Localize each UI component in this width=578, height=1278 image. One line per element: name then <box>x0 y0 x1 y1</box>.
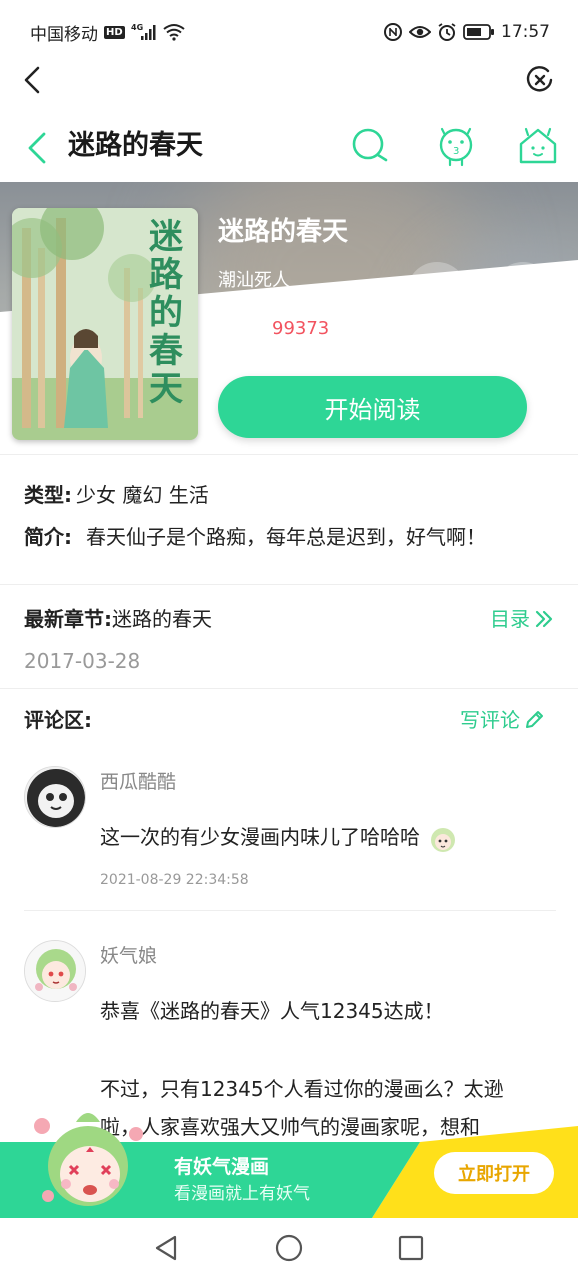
battery-icon <box>463 23 495 41</box>
close-circle-icon <box>526 66 553 92</box>
intro-value: 春天仙子是个路痴，每年总是迟到，好气啊！ <box>86 525 486 549</box>
divider <box>0 688 578 689</box>
intro-label: 简介: <box>24 525 72 549</box>
comment-text-content: 这一次的有少女漫画内味儿了哈哈哈 <box>100 825 420 849</box>
share-button[interactable] <box>493 262 553 322</box>
write-comment-label: 写评论 <box>460 708 520 732</box>
comment-user[interactable]: 妖气娘 <box>100 942 157 970</box>
status-left: 中国移动 HD 4G <box>30 20 185 45</box>
browser-bar <box>0 56 578 104</box>
sticker-icon <box>431 827 456 852</box>
system-nav-bar <box>0 1218 578 1278</box>
avatar[interactable] <box>24 766 86 828</box>
circle-home-icon <box>275 1234 303 1262</box>
signal-icon: 4G <box>131 23 157 41</box>
toc-link[interactable]: 目录 <box>490 604 554 634</box>
system-home-button[interactable] <box>273 1232 305 1264</box>
browser-back-button[interactable] <box>16 62 48 98</box>
pencil-icon <box>526 711 543 728</box>
chapter-date: 2017-03-28 <box>24 649 141 673</box>
book-hero: 迷路的春天 迷路的春天 潮汕死人 人气: 99373 开始阅读 <box>0 182 578 454</box>
app-header: 迷路的春天 3 <box>0 112 578 182</box>
book-info: 类型: 少女 魔幻 生活 简介: 春天仙子是个路痴，每年总是迟到，好气啊！ <box>24 480 564 564</box>
browser-close-button[interactable] <box>524 64 556 96</box>
clock: 17:57 <box>501 22 550 42</box>
open-app-button[interactable]: 立即打开 <box>434 1152 554 1194</box>
book-title: 迷路的春天 <box>218 217 349 247</box>
chapter-label: 最新章节: <box>24 607 112 631</box>
system-recents-button[interactable] <box>395 1232 427 1264</box>
start-reading-button[interactable]: 开始阅读 <box>218 376 527 438</box>
book-cover[interactable]: 迷路的春天 <box>12 208 198 440</box>
mascot-face-icon: 3 <box>439 127 473 167</box>
home-button[interactable] <box>516 124 560 168</box>
book-author[interactable]: 潮汕死人 <box>218 268 290 294</box>
page-title: 迷路的春天 <box>68 130 203 161</box>
divider <box>0 584 578 585</box>
comment-user[interactable]: 西瓜酷酷 <box>100 768 176 796</box>
profile-button[interactable]: 3 <box>434 124 478 168</box>
chapter-line: 最新章节:迷路的春天 <box>24 604 554 634</box>
avatar-image <box>25 767 85 827</box>
comment-time: 2021-08-29 22:34:58 <box>100 872 249 888</box>
search-icon <box>352 128 388 162</box>
app-promo-banner[interactable]: 有妖气漫画 看漫画就上有妖气 立即打开 <box>0 1113 578 1218</box>
eye-comfort-icon <box>409 23 431 41</box>
toc-label: 目录 <box>490 607 530 631</box>
comment-text: 恭喜《迷路的春天》人气12345达成！ <box>100 999 444 1023</box>
cover-title: 迷路的春天 <box>149 217 183 409</box>
svg-text:3: 3 <box>453 146 459 157</box>
latest-chapter[interactable]: 最新章节:迷路的春天 2017-03-28 目录 <box>24 604 554 676</box>
avatar[interactable] <box>24 940 86 1002</box>
popularity-label: 人气: <box>218 318 261 339</box>
heart-icon <box>422 278 452 305</box>
banner-subtitle: 看漫画就上有妖气 <box>174 1184 310 1204</box>
divider <box>24 910 556 911</box>
square-recents-icon <box>398 1235 424 1261</box>
status-bar: 中国移动 HD 4G 17:57 <box>0 0 578 64</box>
back-button[interactable] <box>20 128 54 168</box>
comment-item: 西瓜酷酷 这一次的有少女漫画内味儿了哈哈哈 2021-08-29 22:34:5… <box>24 766 558 896</box>
divider <box>0 454 578 455</box>
chapter-name: 迷路的春天 <box>112 607 212 631</box>
share-icon <box>510 279 535 305</box>
alarm-icon <box>437 22 457 42</box>
comment-text: 这一次的有少女漫画内味儿了哈哈哈 <box>100 820 460 855</box>
banner-title: 有妖气漫画 <box>174 1156 270 1178</box>
chevron-left-icon <box>24 66 40 94</box>
popularity-value: 99373 <box>272 318 330 339</box>
genre-label: 类型: <box>24 483 72 507</box>
intro-row: 简介: 春天仙子是个路痴，每年总是迟到，好气啊！ <box>24 522 564 552</box>
mascot-image <box>26 1100 156 1218</box>
chevron-left-icon <box>28 132 46 164</box>
wifi-icon <box>163 23 185 41</box>
genre-value: 少女 魔幻 生活 <box>76 483 209 507</box>
genre-row: 类型: 少女 魔幻 生活 <box>24 480 564 510</box>
search-button[interactable] <box>348 124 392 168</box>
nfc-icon <box>383 22 403 42</box>
hd-badge: HD <box>104 25 125 39</box>
avatar-image <box>25 941 85 1001</box>
triangle-back-icon <box>155 1235 177 1261</box>
system-back-button[interactable] <box>150 1232 182 1264</box>
svg-text:4G: 4G <box>131 23 143 32</box>
home-icon <box>519 127 557 164</box>
status-right: 17:57 <box>383 22 550 42</box>
carrier-name: 中国移动 <box>30 24 98 45</box>
favorite-button[interactable] <box>407 262 467 322</box>
double-chevron-right-icon <box>535 610 553 628</box>
write-comment-link[interactable]: 写评论 <box>460 704 544 736</box>
comments-header: 评论区: 写评论 <box>24 704 544 736</box>
comment-text: 不过，只有12345个人看过你的漫画么？太逊 <box>100 1077 504 1101</box>
